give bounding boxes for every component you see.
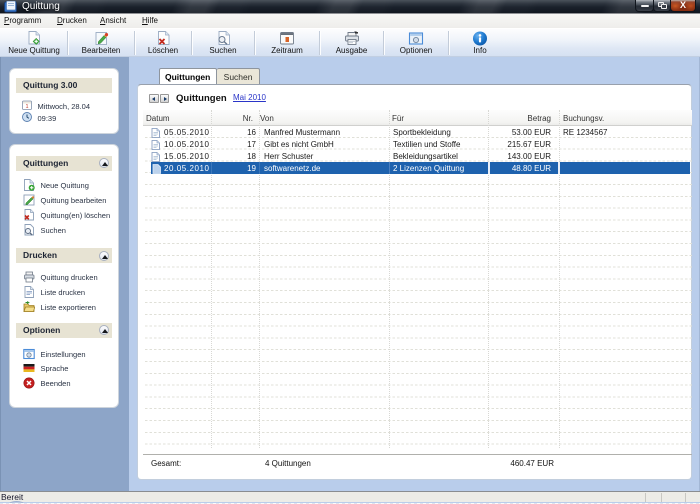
svg-text:1: 1	[25, 104, 28, 110]
